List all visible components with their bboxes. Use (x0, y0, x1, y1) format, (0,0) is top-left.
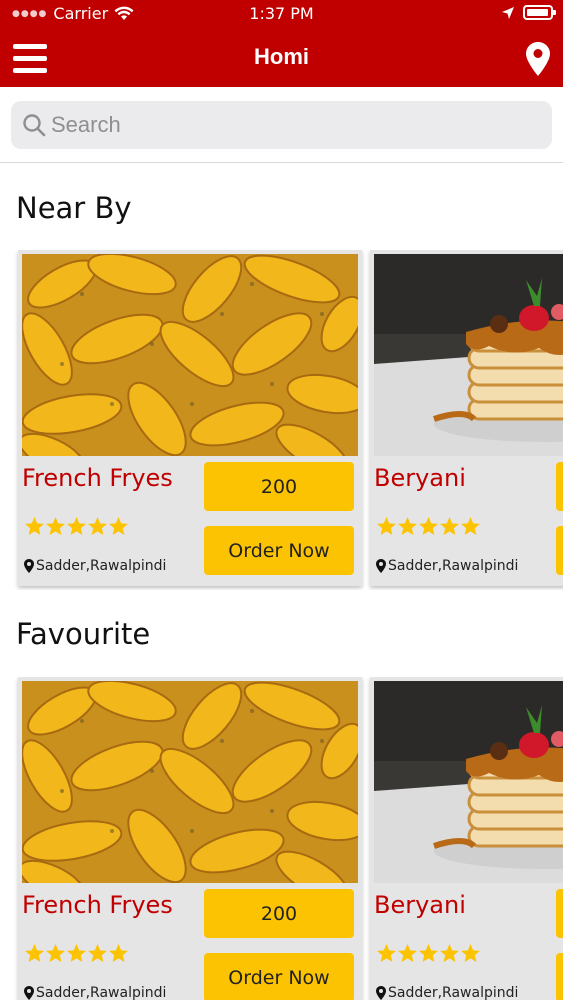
search-bar (11, 101, 552, 149)
food-name: Beryani (374, 891, 466, 919)
search-input[interactable] (51, 101, 541, 149)
rating-stars-icon (25, 517, 128, 535)
search-icon (23, 114, 46, 137)
fries-image (22, 681, 358, 883)
price-button[interactable]: 200 (204, 462, 354, 511)
order-now-button[interactable]: Order Now (204, 526, 354, 575)
divider (0, 162, 563, 163)
rating-stars-icon (377, 517, 480, 535)
map-pin-icon (376, 986, 386, 1000)
location-label: Sadder,Rawalpindi (24, 558, 166, 574)
location-label: Sadder,Rawalpindi (24, 985, 166, 1000)
page-title: Homi (254, 44, 309, 69)
food-name: French Fryes (22, 891, 173, 919)
map-pin-icon (24, 986, 34, 1000)
food-card[interactable]: Beryani Sadder,Rawalpindi (370, 250, 563, 586)
location-text: Sadder,Rawalpindi (36, 558, 167, 574)
location-text: Sadder,Rawalpindi (388, 985, 519, 1000)
location-text: Sadder,Rawalpindi (36, 985, 167, 1000)
status-bar: ●●●● Carrier 1:37 PM (0, 0, 563, 28)
location-arrow-icon (502, 6, 514, 19)
order-now-button[interactable] (556, 953, 563, 1000)
price-button[interactable]: 200 (204, 889, 354, 938)
favourite-row[interactable]: French Fryes Sadder,Rawalpindi 200 Order… (0, 677, 563, 1000)
order-now-button[interactable] (556, 526, 563, 575)
order-now-button[interactable]: Order Now (204, 953, 354, 1000)
map-pin-icon (24, 559, 34, 573)
battery-icon (523, 5, 556, 20)
status-time: 1:37 PM (249, 4, 314, 23)
pancakes-image (374, 681, 563, 883)
price-button[interactable] (556, 889, 563, 938)
map-pin-icon[interactable] (526, 42, 550, 76)
location-text: Sadder,Rawalpindi (388, 558, 519, 574)
food-name: French Fryes (22, 464, 173, 492)
section-title-near-by: Near By (16, 191, 132, 225)
app-header: ●●●● Carrier 1:37 PM Homi (0, 0, 563, 87)
fries-image (22, 254, 358, 456)
price-button[interactable] (556, 462, 563, 511)
food-name: Beryani (374, 464, 466, 492)
section-title-favourite: Favourite (16, 617, 151, 651)
location-label: Sadder,Rawalpindi (376, 558, 518, 574)
food-card[interactable]: French Fryes Sadder,Rawalpindi 200 Order… (18, 250, 362, 586)
food-card[interactable]: Beryani Sadder,Rawalpindi (370, 677, 563, 1000)
location-label: Sadder,Rawalpindi (376, 985, 518, 1000)
food-card[interactable]: French Fryes Sadder,Rawalpindi 200 Order… (18, 677, 362, 1000)
rating-stars-icon (25, 944, 128, 962)
pancakes-image (374, 254, 563, 456)
map-pin-icon (376, 559, 386, 573)
rating-stars-icon (377, 944, 480, 962)
near-by-row[interactable]: French Fryes Sadder,Rawalpindi 200 Order… (0, 250, 563, 590)
